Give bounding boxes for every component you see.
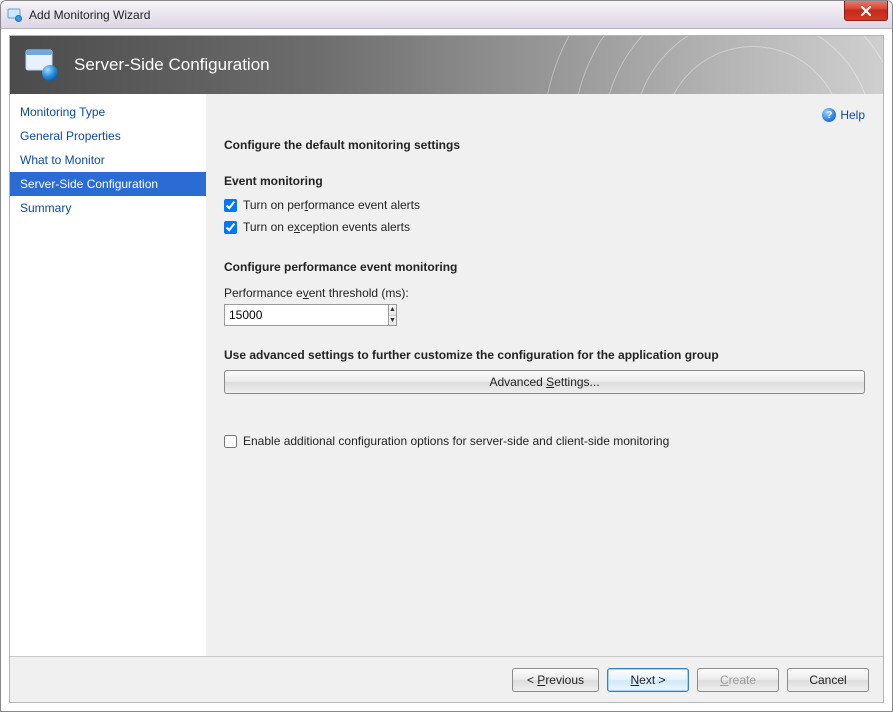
- sidebar-item-server-side-configuration[interactable]: Server-Side Configuration: [10, 172, 206, 196]
- spinner-up[interactable]: ▲: [389, 305, 396, 315]
- enable-extra-checkbox[interactable]: [224, 435, 237, 448]
- sidebar-item-general-properties[interactable]: General Properties: [10, 124, 206, 148]
- perf-alerts-label: Turn on performance event alerts: [243, 198, 420, 212]
- exc-alerts-label: Turn on exception events alerts: [243, 220, 410, 234]
- exc-alerts-row[interactable]: Turn on exception events alerts: [224, 220, 865, 234]
- banner-title: Server-Side Configuration: [74, 55, 270, 75]
- create-button: Create: [697, 668, 779, 692]
- sidebar-item-monitoring-type[interactable]: Monitoring Type: [10, 100, 206, 124]
- next-button[interactable]: Next >: [607, 668, 689, 692]
- threshold-spinner: ▲ ▼: [224, 304, 396, 326]
- titlebar: Add Monitoring Wizard: [1, 1, 892, 29]
- wizard-footer: < Previous Next > Create Cancel: [10, 656, 883, 702]
- perf-config-heading: Configure performance event monitoring: [224, 260, 865, 274]
- spinner-buttons: ▲ ▼: [388, 304, 397, 326]
- spinner-down[interactable]: ▼: [389, 315, 396, 326]
- enable-extra-label: Enable additional configuration options …: [243, 434, 669, 448]
- enable-extra-row[interactable]: Enable additional configuration options …: [224, 434, 865, 448]
- main-panel: ? Help Configure the default monitoring …: [206, 94, 883, 656]
- advanced-settings-button[interactable]: Advanced Settings...: [224, 370, 865, 394]
- sidebar: Monitoring Type General Properties What …: [10, 94, 206, 656]
- help-label: Help: [840, 108, 865, 122]
- banner-icon: [24, 47, 60, 83]
- help-icon: ?: [822, 108, 836, 122]
- app-icon: [7, 7, 23, 23]
- event-monitoring-heading: Event monitoring: [224, 174, 865, 188]
- body: Monitoring Type General Properties What …: [10, 94, 883, 656]
- banner: Server-Side Configuration: [10, 36, 883, 94]
- close-button[interactable]: [844, 1, 888, 21]
- close-icon: [860, 6, 872, 16]
- cancel-button[interactable]: Cancel: [787, 668, 869, 692]
- help-link[interactable]: ? Help: [822, 108, 865, 122]
- banner-decor: [543, 36, 883, 94]
- threshold-label: Performance event threshold (ms):: [224, 286, 865, 300]
- previous-button[interactable]: < Previous: [512, 668, 599, 692]
- page-heading: Configure the default monitoring setting…: [224, 138, 865, 152]
- perf-alerts-row[interactable]: Turn on performance event alerts: [224, 198, 865, 212]
- exc-alerts-checkbox[interactable]: [224, 221, 237, 234]
- sidebar-item-what-to-monitor[interactable]: What to Monitor: [10, 148, 206, 172]
- sidebar-item-summary[interactable]: Summary: [10, 196, 206, 220]
- wizard-shell: Server-Side Configuration Monitoring Typ…: [9, 35, 884, 703]
- perf-alerts-checkbox[interactable]: [224, 199, 237, 212]
- threshold-input[interactable]: [224, 304, 388, 326]
- window-title: Add Monitoring Wizard: [29, 8, 150, 22]
- advanced-heading: Use advanced settings to further customi…: [224, 348, 865, 362]
